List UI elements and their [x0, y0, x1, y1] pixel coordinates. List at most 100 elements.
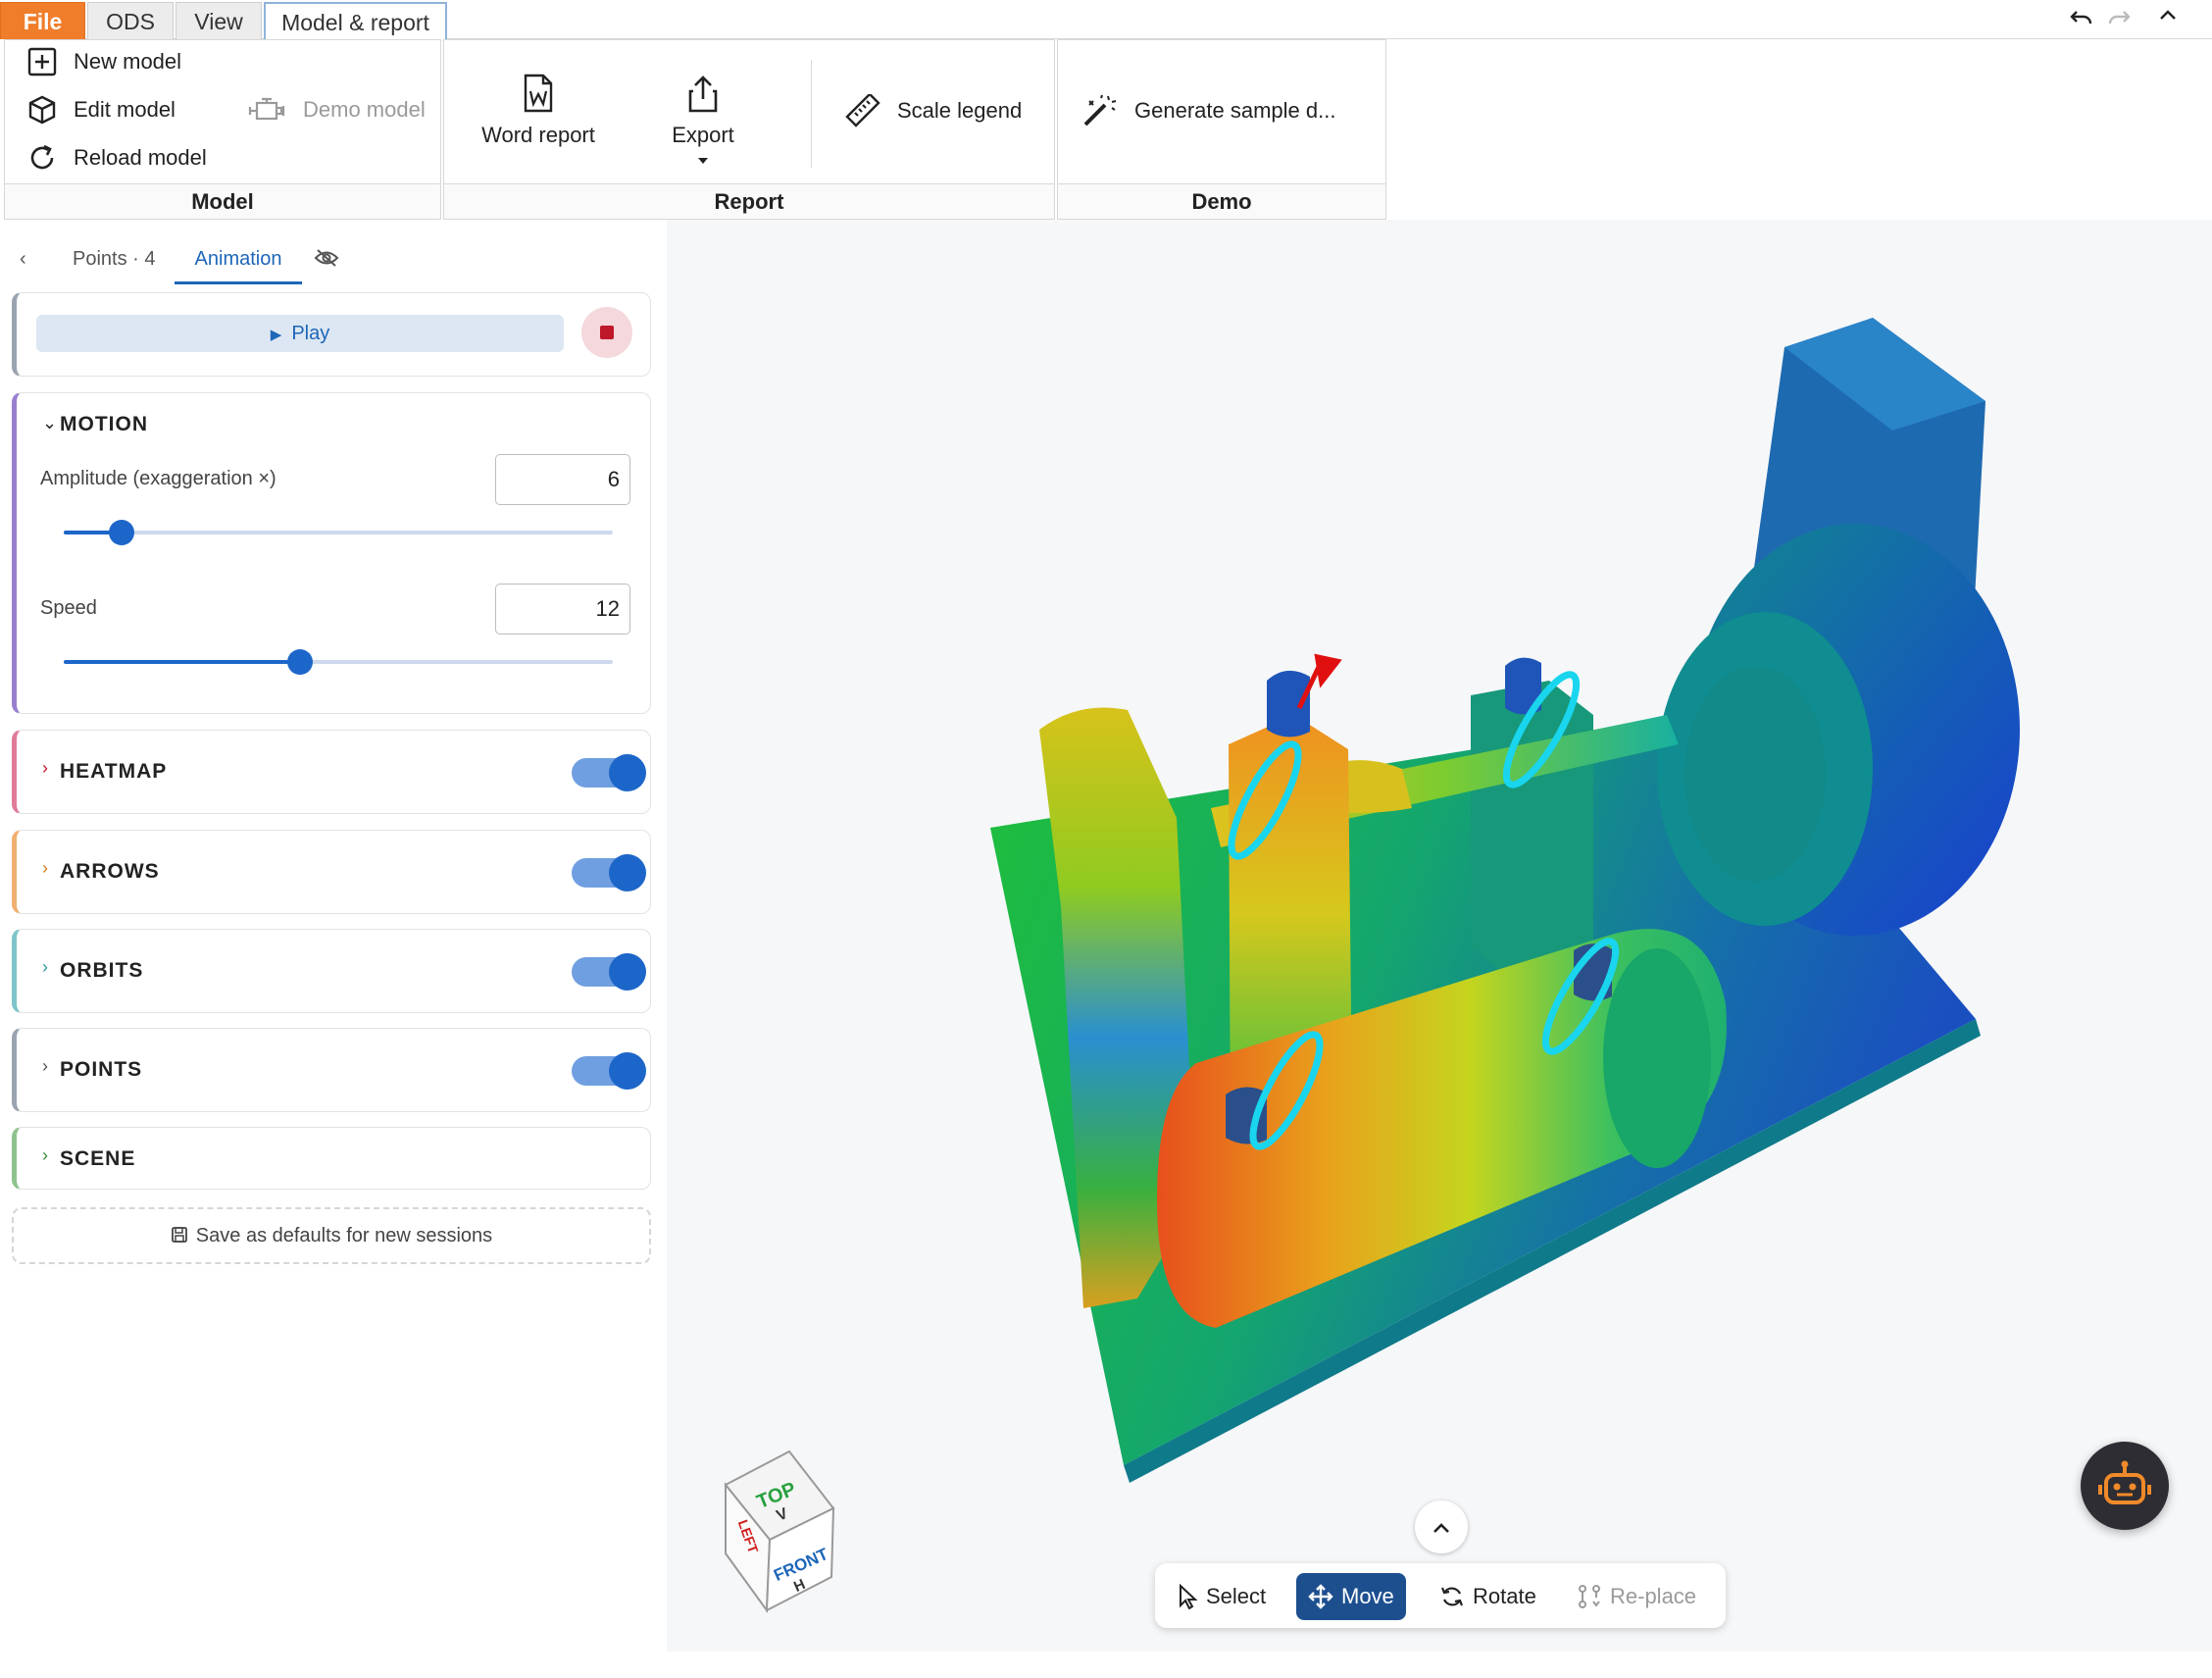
- export-button[interactable]: Export: [662, 74, 744, 176]
- tab-animation[interactable]: Animation: [175, 239, 302, 284]
- ribbon-group-report-label: Report: [444, 183, 1054, 219]
- save-icon: [171, 1227, 187, 1243]
- replace-icon: [1579, 1585, 1600, 1608]
- demo-model-label: Demo model: [303, 97, 426, 122]
- rotate-tool-button[interactable]: Rotate: [1428, 1573, 1548, 1620]
- move-icon: [1308, 1584, 1333, 1609]
- motion-title: MOTION: [60, 413, 148, 435]
- hide-panel-icon[interactable]: [314, 243, 339, 288]
- chevron-up-icon: [1433, 1522, 1449, 1533]
- amplitude-label: Amplitude (exaggeration ×): [40, 468, 276, 489]
- tab-points[interactable]: Points · 4: [73, 239, 155, 284]
- tab-ods[interactable]: ODS: [87, 2, 174, 39]
- speed-slider[interactable]: [64, 649, 613, 675]
- machine-model[interactable]: [667, 220, 2212, 1652]
- rear-bearing: [1471, 681, 1593, 985]
- cube-icon: [28, 95, 56, 125]
- tab-model-report[interactable]: Model & report: [264, 2, 447, 41]
- new-model-label: New model: [74, 49, 182, 74]
- displacement-arrow-head: [1314, 653, 1342, 688]
- stop-button[interactable]: [581, 307, 632, 358]
- 3d-viewport[interactable]: TOP V FRONT H LEFT: [667, 220, 2212, 1652]
- edit-model-button[interactable]: Edit model: [26, 90, 176, 129]
- chevron-right-icon: ›: [42, 858, 48, 878]
- collapse-ribbon-icon[interactable]: [2157, 6, 2179, 31]
- rotate-label: Rotate: [1473, 1584, 1536, 1608]
- move-tool-button[interactable]: Move: [1296, 1573, 1406, 1620]
- export-label: Export: [672, 123, 734, 147]
- tab-file[interactable]: File: [0, 2, 85, 39]
- ribbon-separator: [811, 60, 812, 168]
- redo-icon[interactable]: [2106, 6, 2132, 33]
- reload-model-button[interactable]: Reload model: [26, 138, 207, 178]
- heatmap-toggle[interactable]: [572, 754, 646, 791]
- heatmap-section[interactable]: › HEATMAP: [12, 730, 651, 814]
- edit-model-label: Edit model: [74, 97, 176, 122]
- engine-icon: [248, 97, 285, 121]
- replace-label: Re-place: [1610, 1584, 1697, 1608]
- select-tool-button[interactable]: Select: [1165, 1573, 1278, 1620]
- save-defaults-button[interactable]: Save as defaults for new sessions: [12, 1207, 651, 1264]
- chevron-right-icon: ›: [42, 957, 48, 977]
- select-label: Select: [1206, 1584, 1267, 1608]
- menu-tab-bar: File ODS View Model & report: [0, 0, 2212, 41]
- orbits-title: ORBITS: [60, 959, 144, 982]
- interaction-toolbar: Select Move Rotate Re-place: [1155, 1563, 1726, 1628]
- cylinder-endcap: [1603, 948, 1711, 1168]
- orbits-section[interactable]: › ORBITS: [12, 929, 651, 1013]
- export-icon: [688, 76, 718, 113]
- back-chevron-icon[interactable]: ‹: [20, 239, 26, 284]
- chevron-right-icon: ›: [42, 1145, 48, 1165]
- points-section[interactable]: › POINTS: [12, 1028, 651, 1112]
- chevron-down-icon[interactable]: ⌄: [42, 413, 57, 433]
- scene-title: SCENE: [60, 1147, 136, 1170]
- word-report-button[interactable]: Word report: [479, 74, 597, 148]
- ribbon-group-model: New model Edit model Demo model Reload m…: [4, 39, 441, 220]
- generate-sample-button[interactable]: Generate sample d...: [1081, 91, 1335, 130]
- play-icon: ▶: [270, 327, 282, 343]
- toggle-knob: [609, 1052, 646, 1090]
- heatmap-title: HEATMAP: [60, 760, 168, 783]
- amplitude-input[interactable]: 6: [495, 454, 630, 505]
- new-model-button[interactable]: New model: [26, 42, 181, 81]
- replace-tool-button[interactable]: Re-place: [1565, 1573, 1708, 1620]
- animation-panel: ‹ Points · 4 Animation ▶ Play ⌄ MOTION Am…: [0, 220, 667, 1655]
- toggle-knob: [609, 854, 646, 891]
- plus-square-icon: [27, 47, 57, 76]
- orbits-toggle[interactable]: [572, 953, 646, 991]
- scene-section[interactable]: › SCENE: [12, 1127, 651, 1190]
- chevron-right-icon: ›: [42, 1056, 48, 1076]
- stop-icon: [600, 326, 614, 339]
- chevron-right-icon: ›: [42, 758, 48, 778]
- view-cube[interactable]: TOP V FRONT H LEFT: [716, 1444, 863, 1620]
- cursor-icon: [1180, 1584, 1198, 1609]
- rotate-icon: [1440, 1587, 1464, 1606]
- amplitude-slider[interactable]: [64, 520, 613, 545]
- arrows-section[interactable]: › ARROWS: [12, 830, 651, 914]
- demo-model-button[interactable]: Demo model: [248, 90, 426, 129]
- reload-icon: [30, 144, 54, 170]
- tab-view[interactable]: View: [176, 2, 262, 39]
- speed-slider-fill: [64, 660, 300, 664]
- speed-input[interactable]: 12: [495, 584, 630, 635]
- points-toggle[interactable]: [572, 1052, 646, 1090]
- expand-toolbar-button[interactable]: [1415, 1500, 1468, 1553]
- scale-legend-button[interactable]: Scale legend: [844, 91, 1022, 130]
- ribbon-group-demo: Generate sample d... Demo: [1057, 39, 1386, 220]
- move-label: Move: [1341, 1584, 1394, 1608]
- speed-label: Speed: [40, 597, 97, 619]
- assistant-button[interactable]: [2081, 1442, 2169, 1530]
- amplitude-slider-thumb[interactable]: [108, 520, 134, 545]
- arrows-title: ARROWS: [60, 860, 160, 883]
- play-button[interactable]: ▶ Play: [36, 315, 564, 352]
- generate-sample-label: Generate sample d...: [1134, 98, 1336, 123]
- speed-slider-thumb[interactable]: [286, 649, 313, 675]
- toggle-knob: [609, 953, 646, 991]
- reload-model-label: Reload model: [74, 145, 207, 170]
- scale-legend-label: Scale legend: [897, 98, 1023, 123]
- app-window: File ODS View Model & report New model E…: [0, 0, 2212, 1678]
- caret-down-icon: [698, 158, 708, 164]
- ribbon-group-model-label: Model: [5, 183, 440, 219]
- undo-icon[interactable]: [2069, 6, 2094, 33]
- arrows-toggle[interactable]: [572, 854, 646, 891]
